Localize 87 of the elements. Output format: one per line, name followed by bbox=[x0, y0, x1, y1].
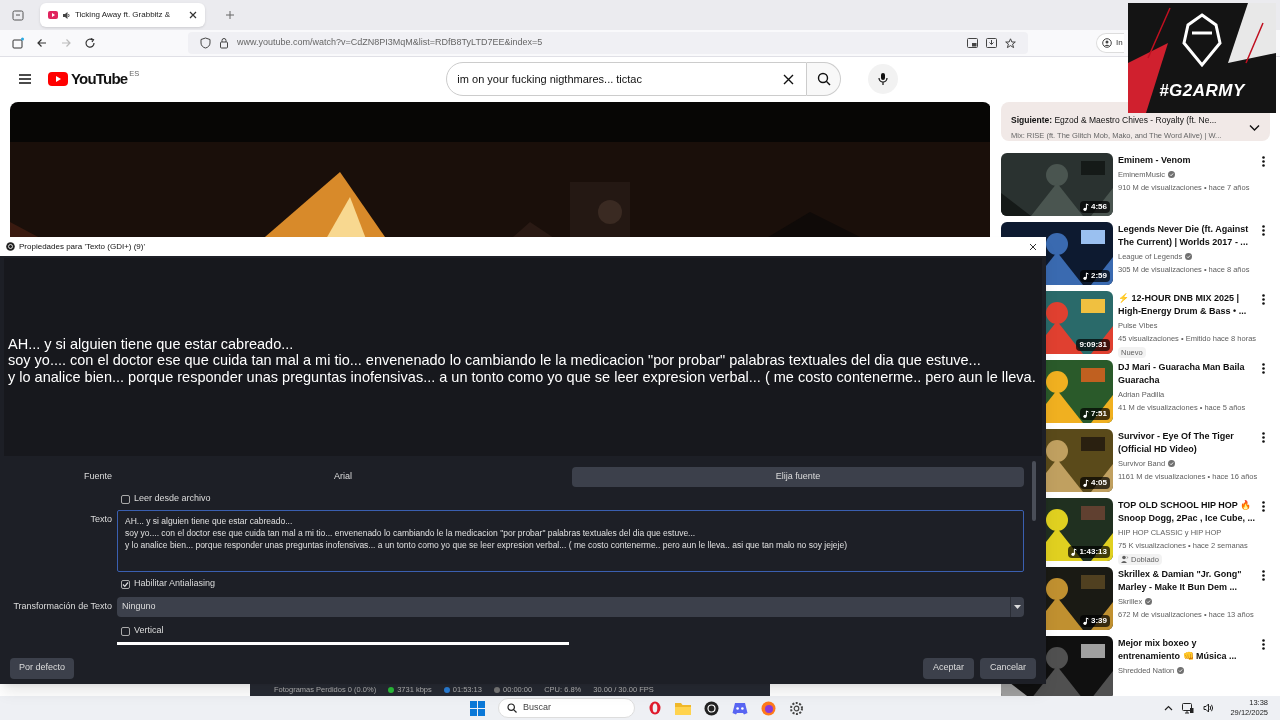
video-title[interactable]: Mejor mix boxeo y entrenamiento 👊 Música ... bbox=[1118, 637, 1258, 663]
chevron-up-icon[interactable] bbox=[1164, 705, 1174, 711]
search-field[interactable]: im on your fucking nigthmares... tictac bbox=[446, 62, 808, 96]
picture-in-picture-icon[interactable] bbox=[967, 38, 978, 48]
youtube-logo[interactable]: YouTube bbox=[48, 67, 128, 91]
browser-tab[interactable]: Ticking Away ft. Grabbitz & bbox=[40, 3, 205, 27]
more-options-icon[interactable] bbox=[1262, 570, 1265, 581]
search-icon bbox=[507, 703, 517, 713]
field-label: Texto bbox=[90, 513, 112, 526]
more-options-icon[interactable] bbox=[1262, 294, 1265, 305]
more-options-icon[interactable] bbox=[1262, 501, 1265, 512]
more-options-icon[interactable] bbox=[1262, 156, 1265, 167]
video-duration: 4:05 bbox=[1080, 477, 1110, 489]
play-logo-icon bbox=[48, 72, 68, 86]
video-duration: 2:59 bbox=[1080, 270, 1110, 282]
field-label: Fuente bbox=[83, 470, 112, 483]
status-indicator-icon bbox=[493, 687, 500, 693]
taskbar-search-field[interactable]: Buscar bbox=[498, 698, 635, 718]
video-duration: 7:51 bbox=[1080, 408, 1110, 420]
video-title[interactable]: Survivor - Eye Of The Tiger (Official HD Video) bbox=[1118, 430, 1258, 456]
volume-icon[interactable] bbox=[1203, 703, 1216, 713]
video-duration: 9:09:31 bbox=[1076, 339, 1110, 351]
window-title: Propiedades para 'Texto (GDI+) (9)' bbox=[19, 240, 146, 253]
windows-start-icon[interactable] bbox=[470, 700, 485, 716]
lock-icon bbox=[219, 37, 229, 49]
checkbox-label: Vertical bbox=[134, 624, 164, 638]
checkbox-label: Leer desde archivo bbox=[134, 492, 211, 506]
checkbox[interactable] bbox=[121, 626, 130, 636]
menu-icon[interactable] bbox=[18, 73, 32, 85]
video-duration: 3:39 bbox=[1080, 615, 1110, 627]
more-options-icon[interactable] bbox=[1262, 639, 1265, 650]
video-title[interactable]: Skrillex & Damian "Jr. Gong" Marley - Make It Bun Dem ... bbox=[1118, 568, 1258, 594]
profile-button[interactable]: In bbox=[1096, 33, 1124, 53]
video-title[interactable]: ⚡ 12-HOUR DNB MIX 2025 | High-Energy Drum & Bass • ... bbox=[1118, 292, 1258, 318]
user-icon bbox=[1102, 38, 1112, 48]
banner-text: #G2ARMY bbox=[1158, 79, 1247, 102]
preview-text: AH... y si alguien tiene que estar cabreado... soy yo.... con el doctor ese que cuida tan mal a mi tio... envenenado lo cambiando le la medicacion "por probar" palabras textuales del dia que estuve... y lo analice bien... porque responder unas preguntas inofensivas... a un tonto como yo que se leer expresion verbal... ( me costo contenerme.. pero aun le lleva. bbox=[8, 335, 1037, 385]
defaults-button[interactable]: Por defecto bbox=[10, 657, 75, 679]
video-duration: 1:43:13 bbox=[1068, 546, 1110, 558]
tab-title: Ticking Away ft. Grabbitz & bbox=[75, 9, 172, 21]
star-icon[interactable] bbox=[1005, 37, 1016, 49]
status-indicator-icon bbox=[388, 687, 395, 693]
video-duration: 4:56 bbox=[1080, 201, 1110, 213]
cancel-button[interactable]: Cancelar bbox=[979, 657, 1036, 679]
more-options-icon[interactable] bbox=[1262, 225, 1265, 236]
scrollbar[interactable] bbox=[1032, 461, 1036, 521]
text-input-area[interactable]: AH... y si alguien tiene que estar cabreado... soy yo.... con el doctor ese que cuida tan mal a mi tio... envenenado lo cambiando le la medicacion "por probar" palabras textuales del dia que estuve... y lo analice bien... porque responder unas preguntas inofensivas... a un tonto como yo que se leer expresion verbal... ( me costo contenerme.. pero aun le lleva.. asi que tan malo no soy jejeje) bbox=[117, 510, 1024, 572]
status-indicator-icon bbox=[443, 687, 450, 693]
shield-icon bbox=[200, 37, 211, 49]
search-button[interactable] bbox=[807, 62, 842, 96]
ring-app-icon[interactable] bbox=[648, 701, 662, 715]
video-play-icon bbox=[48, 11, 58, 19]
video-title[interactable]: Legends Never Die (ft. Against The Current) | Worlds 2017 - ... bbox=[1118, 223, 1258, 249]
download-icon[interactable] bbox=[986, 38, 997, 48]
sidebar-icon[interactable] bbox=[12, 37, 24, 49]
chat-app-icon[interactable] bbox=[732, 701, 748, 715]
checkbox[interactable] bbox=[121, 494, 130, 504]
address-bar[interactable]: www.youtube.com/watch?v=CdZN8PI3MqM&list=RDfB8TyLTD7EE&index=5 bbox=[188, 32, 1028, 54]
video-title[interactable]: DJ Mari - Guaracha Man Baila Guaracha bbox=[1118, 361, 1258, 387]
back-icon[interactable] bbox=[36, 37, 48, 49]
person-speaking-icon bbox=[1121, 555, 1129, 564]
chevron-down-icon[interactable] bbox=[1249, 123, 1260, 132]
more-options-icon[interactable] bbox=[1262, 363, 1265, 374]
dropdown[interactable]: Ninguno bbox=[117, 597, 1024, 617]
voice-search-button[interactable] bbox=[868, 64, 899, 94]
new-tab-icon[interactable] bbox=[225, 10, 235, 20]
accept-button[interactable]: Aceptar bbox=[922, 657, 974, 679]
dropdown-arrow-icon bbox=[1014, 605, 1021, 609]
url-text: www.youtube.com/watch?v=CdZN8PI3MqM&list=RDfB8TyLTD7EE&index=5 bbox=[237, 36, 544, 50]
video-title[interactable]: TOP OLD SCHOOL HIP HOP 🔥 Snoop Dogg, 2Pac , Ice Cube, ... bbox=[1118, 499, 1258, 525]
microphone-icon bbox=[878, 72, 889, 86]
tab-list-icon[interactable] bbox=[12, 9, 24, 21]
checkbox-label: Habilitar Antialiasing bbox=[134, 577, 216, 591]
close-icon[interactable] bbox=[1029, 242, 1037, 251]
close-icon[interactable] bbox=[189, 11, 197, 19]
font-name: Arial bbox=[333, 470, 353, 484]
checkbox[interactable] bbox=[121, 579, 130, 589]
reload-icon[interactable] bbox=[84, 37, 96, 49]
choose-font-button[interactable]: Elija fuente bbox=[572, 467, 1024, 487]
up-next-title: Siguiente: Egzod & Maestro Chives - Royalty (ft. Ne... bbox=[1011, 114, 1218, 127]
field-label: Transformación de Texto bbox=[13, 600, 112, 613]
video-title[interactable]: Eminem - Venom bbox=[1118, 154, 1258, 167]
more-options-icon[interactable] bbox=[1262, 432, 1265, 443]
search-icon bbox=[816, 72, 831, 86]
gear-icon[interactable] bbox=[789, 700, 804, 716]
network-icon[interactable] bbox=[1182, 702, 1195, 714]
clear-icon[interactable] bbox=[783, 73, 795, 85]
